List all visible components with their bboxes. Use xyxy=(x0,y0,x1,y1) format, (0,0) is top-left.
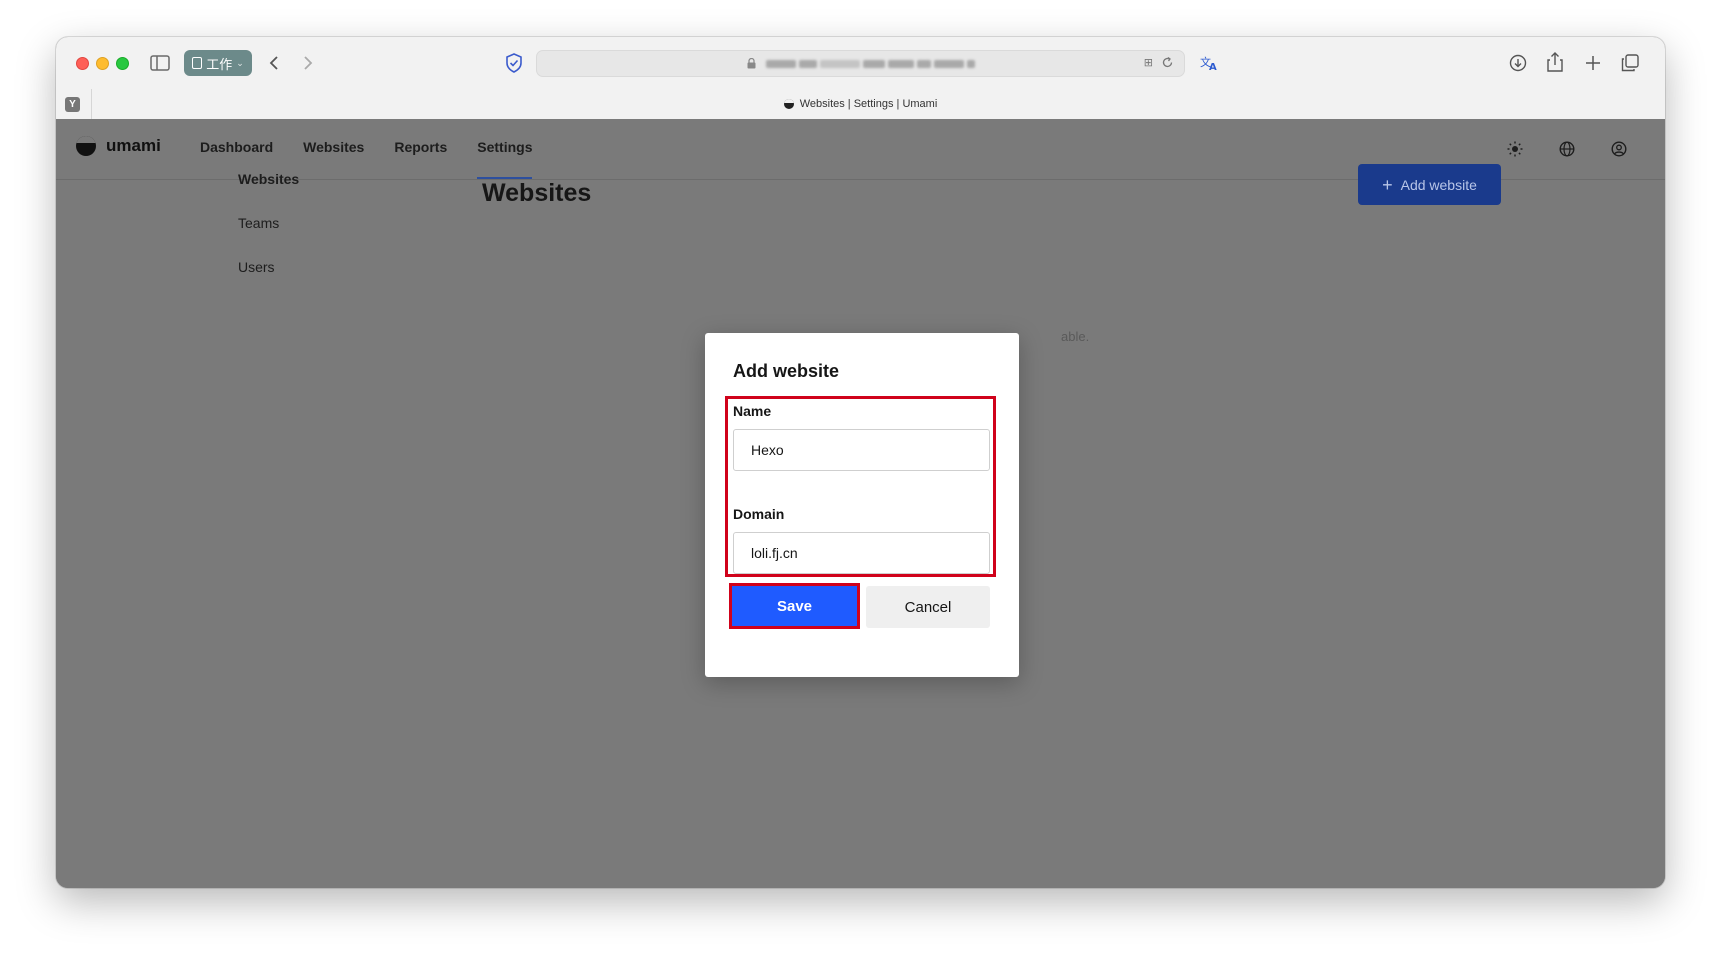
nav-settings[interactable]: Settings xyxy=(477,119,533,179)
name-label: Name xyxy=(733,403,772,419)
svg-text:A: A xyxy=(1209,62,1217,72)
tab-group-icon xyxy=(192,57,203,69)
browser-toolbar: 工作 ⌄ ⊞ 文 A xyxy=(56,37,1665,89)
name-input[interactable] xyxy=(733,429,990,471)
minimize-window-button[interactable] xyxy=(96,57,109,70)
brand-name: umami xyxy=(106,136,161,155)
main-nav: Dashboard Websites Reports Settings xyxy=(200,119,533,179)
tab-strip: Y Websites | Settings | Umami xyxy=(56,89,1665,119)
brand[interactable]: umami xyxy=(76,136,161,156)
navbar-actions xyxy=(1505,139,1629,159)
zoom-window-button[interactable] xyxy=(116,57,129,70)
theme-sun-icon[interactable] xyxy=(1505,139,1525,159)
add-website-label: Add website xyxy=(1400,176,1477,193)
translate-page-icon[interactable]: ⊞ xyxy=(1144,56,1153,69)
translate-icon[interactable]: 文A xyxy=(1198,51,1220,75)
sidebar-item-teams[interactable]: Teams xyxy=(238,215,299,231)
sidebar-item-users[interactable]: Users xyxy=(238,259,299,275)
add-website-modal: Add website Name Domain Save Cancel xyxy=(705,333,1019,677)
background-empty-message: able. xyxy=(1061,329,1090,344)
nav-dashboard[interactable]: Dashboard xyxy=(200,119,273,179)
settings-sidebar: Websites Teams Users xyxy=(238,171,299,275)
tab-title: Websites | Settings | Umami xyxy=(799,98,938,110)
new-tab-icon[interactable] xyxy=(1582,52,1604,74)
address-bar[interactable]: ⊞ xyxy=(536,50,1185,77)
url-text-redacted xyxy=(765,59,975,68)
cancel-button[interactable]: Cancel xyxy=(866,586,990,628)
chevron-down-icon: ⌄ xyxy=(236,57,244,68)
nav-reports[interactable]: Reports xyxy=(394,119,447,179)
share-icon[interactable] xyxy=(1544,50,1566,74)
page-title: Websites xyxy=(482,179,592,207)
forward-icon[interactable] xyxy=(298,52,318,74)
tab-group-label: 工作 xyxy=(206,56,233,72)
downloads-icon[interactable] xyxy=(1507,52,1529,74)
umami-logo-icon xyxy=(76,136,96,156)
language-globe-icon[interactable] xyxy=(1557,139,1577,159)
back-icon[interactable] xyxy=(264,52,284,74)
reload-icon[interactable] xyxy=(1161,56,1174,69)
modal-title: Add website xyxy=(733,361,840,381)
domain-label: Domain xyxy=(733,506,785,522)
save-button[interactable]: Save xyxy=(729,583,860,629)
add-website-button[interactable]: + Add website xyxy=(1358,164,1501,205)
tab-group-button[interactable]: 工作 ⌄ xyxy=(184,50,252,76)
umami-app: umami Dashboard Websites Reports Setting… xyxy=(56,119,1665,888)
umami-favicon-icon xyxy=(783,99,794,109)
browser-window: 工作 ⌄ ⊞ 文 A Y Websites | Settings | Umami… xyxy=(56,37,1665,888)
lock-icon xyxy=(747,58,755,69)
nav-websites[interactable]: Websites xyxy=(303,119,364,179)
tab-overview-icon[interactable] xyxy=(1619,52,1641,74)
active-tab[interactable]: Websites | Settings | Umami xyxy=(56,98,1665,110)
privacy-shield-icon[interactable] xyxy=(503,51,525,75)
browser-chrome: 工作 ⌄ ⊞ 文 A Y Websites | Settings | Umami xyxy=(56,37,1665,120)
close-window-button[interactable] xyxy=(76,57,89,70)
plus-icon: + xyxy=(1382,174,1393,195)
sidebar-toggle-icon[interactable] xyxy=(149,52,171,74)
user-profile-icon[interactable] xyxy=(1609,139,1629,159)
domain-input[interactable] xyxy=(733,532,990,574)
sidebar-item-websites[interactable]: Websites xyxy=(238,171,299,187)
